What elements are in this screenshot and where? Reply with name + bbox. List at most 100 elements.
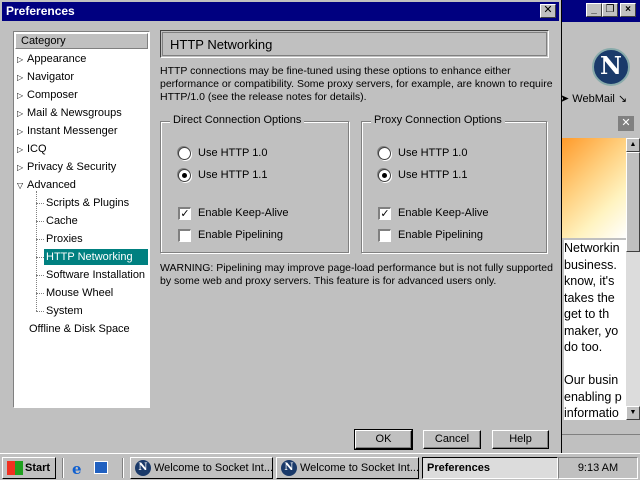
- expand-triangle-icon[interactable]: ▷: [17, 124, 27, 140]
- proxy-http11-radio[interactable]: Use HTTP 1.1: [378, 168, 468, 184]
- tree-item-advanced[interactable]: ▽ Advanced: [17, 177, 76, 193]
- tree-item-navigator[interactable]: ▷ Navigator: [17, 69, 74, 85]
- close-icon[interactable]: ✕: [540, 4, 556, 18]
- tree-connector-branch: [36, 293, 44, 294]
- tree-item-label: Advanced: [27, 179, 76, 191]
- vertical-scrollbar[interactable]: ▲ ▼: [626, 138, 640, 420]
- tree-item-instant-messenger[interactable]: ▷ Instant Messenger: [17, 123, 118, 139]
- expand-triangle-icon[interactable]: ▷: [17, 70, 27, 86]
- tree-connector-branch: [36, 275, 44, 276]
- proxy-http10-radio[interactable]: Use HTTP 1.0: [378, 146, 468, 162]
- direct-http11-radio[interactable]: Use HTTP 1.1: [178, 168, 268, 184]
- cancel-button[interactable]: Cancel: [423, 430, 481, 449]
- tree-item-privacy-security[interactable]: ▷ Privacy & Security: [17, 159, 116, 175]
- start-button[interactable]: Start: [2, 457, 56, 479]
- checkbox-empty-icon[interactable]: [178, 228, 191, 242]
- webmail-link[interactable]: ➤ WebMail ↘: [560, 92, 640, 108]
- page-text-line: get to th: [564, 307, 610, 321]
- expand-triangle-icon[interactable]: ▷: [17, 142, 27, 158]
- page-text-line: do too.: [564, 340, 603, 354]
- page-banner-image: [562, 138, 626, 238]
- pipelining-warning: WARNING: Pipelining may improve page-loa…: [160, 262, 553, 287]
- tree-item-offline-disk-space[interactable]: Offline & Disk Space: [29, 321, 130, 337]
- tree-item-scripts-plugins[interactable]: Scripts & Plugins: [46, 195, 129, 211]
- tree-item-proxies[interactable]: Proxies: [46, 231, 83, 247]
- tree-item-label: Offline & Disk Space: [29, 323, 130, 335]
- page-text-line: Our busin: [564, 373, 619, 387]
- radio-icon[interactable]: [178, 146, 191, 160]
- expand-triangle-icon[interactable]: ▷: [17, 52, 27, 68]
- tree-connector-branch: [36, 203, 44, 204]
- radio-icon[interactable]: [378, 146, 391, 160]
- internet-explorer-icon[interactable]: e: [72, 460, 82, 478]
- page-text-line: takes the: [564, 290, 615, 305]
- taskbar: Start e N Welcome to Socket Int... N Welco…: [0, 453, 640, 480]
- page-text-line: enabling p: [564, 389, 622, 404]
- tree-item-label: Software Installation: [46, 269, 146, 281]
- minimize-button[interactable]: _: [586, 3, 602, 17]
- background-toolbar: N: [558, 22, 640, 90]
- page-text-line: [564, 356, 628, 373]
- radio-selected-icon[interactable]: [178, 168, 191, 182]
- collapse-triangle-icon[interactable]: ▽: [17, 178, 27, 194]
- ok-button[interactable]: OK: [354, 429, 413, 450]
- checkmark-icon[interactable]: ✓: [178, 206, 191, 220]
- tree-item-composer[interactable]: ▷ Composer: [17, 87, 78, 103]
- tree-item-software-installation[interactable]: Software Installation: [46, 267, 145, 283]
- help-button[interactable]: Help: [492, 430, 549, 449]
- tree-item-icq[interactable]: ▷ ICQ: [17, 141, 47, 157]
- tree-connector-branch: [36, 311, 44, 312]
- taskbar-item-preferences[interactable]: Preferences: [422, 457, 558, 479]
- radio-selected-icon[interactable]: [378, 168, 391, 182]
- background-browser-window: _ ❐ × N ➤ WebMail ↘ ✕ Networkin business.…: [558, 0, 640, 452]
- page-text-line: informatio: [564, 406, 619, 420]
- taskbar-item-browser-1[interactable]: N Welcome to Socket Int...: [130, 457, 273, 479]
- panel-description: HTTP connections may be fine-tuned using…: [160, 65, 553, 103]
- preferences-dialog: Preferences ✕ Category ▷ Appearance ▷ Navig…: [0, 0, 562, 455]
- background-titlebar: _ ❐ ×: [558, 0, 640, 22]
- tree-connector-branch: [36, 257, 44, 258]
- scroll-thumb[interactable]: [626, 152, 640, 252]
- page-text: Networkin business. know, it's takes the get…: [564, 240, 628, 420]
- tree-item-label: Navigator: [27, 71, 75, 83]
- tree-connector-branch: [36, 221, 44, 222]
- netscape-icon: N: [281, 460, 297, 477]
- expand-triangle-icon[interactable]: ▷: [17, 160, 27, 176]
- tree-item-system[interactable]: System: [46, 303, 83, 319]
- tree-item-label: Mouse Wheel: [46, 287, 114, 299]
- desktop-icon[interactable]: [94, 461, 108, 474]
- tree-item-appearance[interactable]: ▷ Appearance: [17, 51, 86, 67]
- tree-item-cache[interactable]: Cache: [46, 213, 78, 229]
- page-text-line: Networkin: [564, 241, 620, 255]
- proxy-keepalive-checkbox[interactable]: ✓ Enable Keep-Alive: [378, 206, 489, 222]
- direct-keepalive-checkbox[interactable]: ✓ Enable Keep-Alive: [178, 206, 289, 222]
- checkbox-empty-icon[interactable]: [378, 228, 391, 242]
- taskbar-item-browser-2[interactable]: N Welcome to Socket Int...: [276, 457, 419, 479]
- category-header[interactable]: Category: [15, 33, 148, 49]
- expand-triangle-icon[interactable]: ▷: [17, 88, 27, 104]
- tree-item-http-networking[interactable]: HTTP Networking: [44, 249, 148, 265]
- close-button[interactable]: ×: [620, 3, 636, 17]
- checkmark-icon[interactable]: ✓: [378, 206, 391, 220]
- direct-http10-radio[interactable]: Use HTTP 1.0: [178, 146, 268, 162]
- tree-item-mail-newsgroups[interactable]: ▷ Mail & Newsgroups: [17, 105, 122, 121]
- tree-item-mouse-wheel[interactable]: Mouse Wheel: [46, 285, 113, 301]
- netscape-icon: N: [135, 460, 151, 477]
- scroll-down-icon[interactable]: ▼: [626, 406, 640, 420]
- expand-triangle-icon[interactable]: ▷: [17, 106, 27, 122]
- proxy-connection-group: Proxy Connection Options Use HTTP 1.0 Us…: [361, 114, 547, 253]
- direct-pipelining-checkbox[interactable]: Enable Pipelining: [178, 228, 283, 244]
- clock: 9:13 AM: [577, 462, 619, 474]
- direct-connection-label: Direct Connection Options: [170, 114, 305, 126]
- sidebar-close-icon[interactable]: ✕: [618, 116, 634, 131]
- proxy-pipelining-checkbox[interactable]: Enable Pipelining: [378, 228, 483, 244]
- scroll-up-icon[interactable]: ▲: [626, 138, 640, 152]
- tree-item-label: Appearance: [27, 53, 87, 65]
- tree-item-label: HTTP Networking: [46, 251, 133, 263]
- tree-item-label: Cache: [46, 215, 78, 227]
- windows-logo-icon: [7, 461, 23, 476]
- tree-connector-branch: [36, 239, 44, 240]
- category-tree[interactable]: Category ▷ Appearance ▷ Navigator ▷ Composer ▷…: [13, 31, 150, 408]
- tree-item-label: Privacy & Security: [27, 161, 117, 173]
- restore-button[interactable]: ❐: [602, 3, 618, 17]
